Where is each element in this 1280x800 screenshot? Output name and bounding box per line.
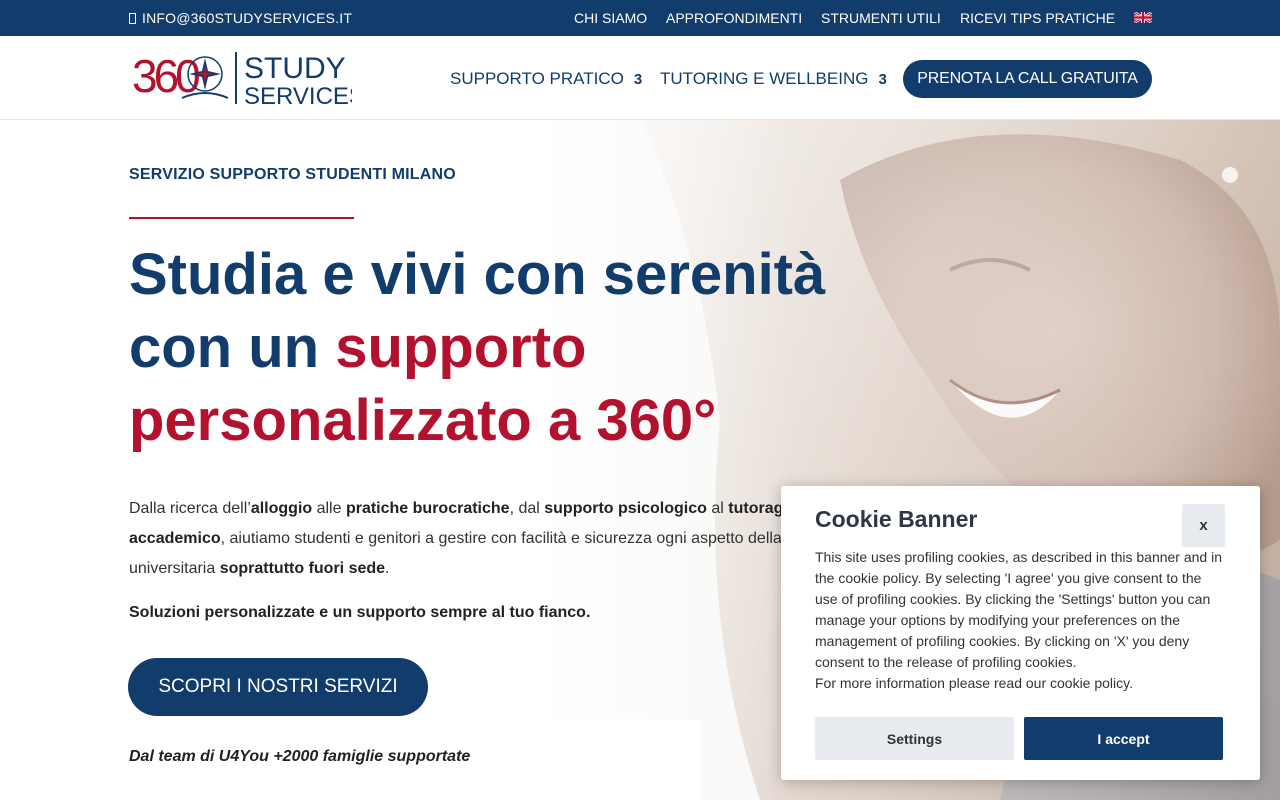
desc-bold: pratiche burocratiche [345, 500, 510, 517]
top-link-ricevi-tips[interactable]: RICEVI TIPS PRATICHE [960, 10, 1115, 26]
hero-tagline: Soluzioni personalizzate e un supporto s… [129, 604, 591, 621]
nav-count: 3 [878, 71, 887, 88]
desc-bold: alloggio [250, 500, 313, 517]
top-link-approfondimenti[interactable]: APPROFONDIMENTI [666, 10, 802, 26]
nav-label: SUPPORTO PRATICO [450, 69, 624, 88]
book-call-button[interactable]: PRENOTA LA CALL GRATUITA [903, 60, 1152, 98]
top-bar: INFO@360STUDYSERVICES.IT CHI SIAMO APPRO… [0, 0, 1280, 36]
hero-eyebrow: SERVIZIO SUPPORTO STUDENTI MILANO [129, 166, 456, 183]
cookie-settings-button[interactable]: Settings [815, 717, 1014, 760]
cookie-close-button[interactable]: x [1182, 504, 1225, 547]
cookie-body: This site uses profiling cookies, as des… [815, 547, 1227, 694]
cookie-policy-text: For more information please read our coo… [815, 675, 1134, 691]
desc-text: al [706, 500, 729, 517]
team-note: Dal team di U4You +2000 famiglie support… [129, 748, 471, 765]
hero-headline: Studia e vivi con serenità con un suppor… [129, 238, 889, 457]
desc-text: alle [312, 500, 346, 517]
desc-text: , dal [509, 500, 545, 517]
nav-count: 3 [633, 71, 643, 88]
main-header: 360 STUDY SERVICES SUPPORTO PRATICO 3 TUT… [0, 36, 1280, 120]
nav-supporto-pratico[interactable]: SUPPORTO PRATICO 3 [450, 69, 642, 89]
nav-tutoring-wellbeing[interactable]: TUTORING E WELLBEING 3 [660, 69, 887, 89]
logo-number: 360 [132, 50, 199, 102]
email-link[interactable]: INFO@360STUDYSERVICES.IT [129, 10, 352, 26]
cookie-banner: Cookie Banner x This site uses profiling… [781, 486, 1260, 780]
cookie-title: Cookie Banner [815, 506, 978, 532]
cookie-accept-button[interactable]: I accept [1024, 717, 1223, 760]
top-link-strumenti-utili[interactable]: STRUMENTI UTILI [821, 10, 941, 26]
compass-rose-icon [187, 56, 223, 92]
hero-divider [129, 217, 354, 219]
uk-flag-icon[interactable] [1134, 12, 1152, 23]
mail-icon [129, 12, 136, 24]
logo-word-study: STUDY [244, 52, 346, 85]
desc-bold: soprattutto fuori sede [219, 560, 386, 577]
desc-text: Dalla ricerca dell’ [129, 500, 251, 517]
desc-bold: supporto psicologico [544, 500, 707, 517]
nav-label: TUTORING E WELLBEING [660, 69, 869, 88]
desc-text: . [385, 560, 390, 577]
email-text: INFO@360STUDYSERVICES.IT [142, 10, 353, 26]
cookie-body-text: This site uses profiling cookies, as des… [815, 549, 1222, 670]
logo-word-services: SERVICES [244, 83, 352, 108]
hero-description: Dalla ricerca dell’alloggio alle pratich… [129, 494, 829, 584]
site-logo[interactable]: 360 STUDY SERVICES [132, 48, 352, 108]
discover-services-button[interactable]: SCOPRI I NOSTRI SERVIZI [128, 658, 428, 716]
top-link-chi-siamo[interactable]: CHI SIAMO [574, 10, 647, 26]
